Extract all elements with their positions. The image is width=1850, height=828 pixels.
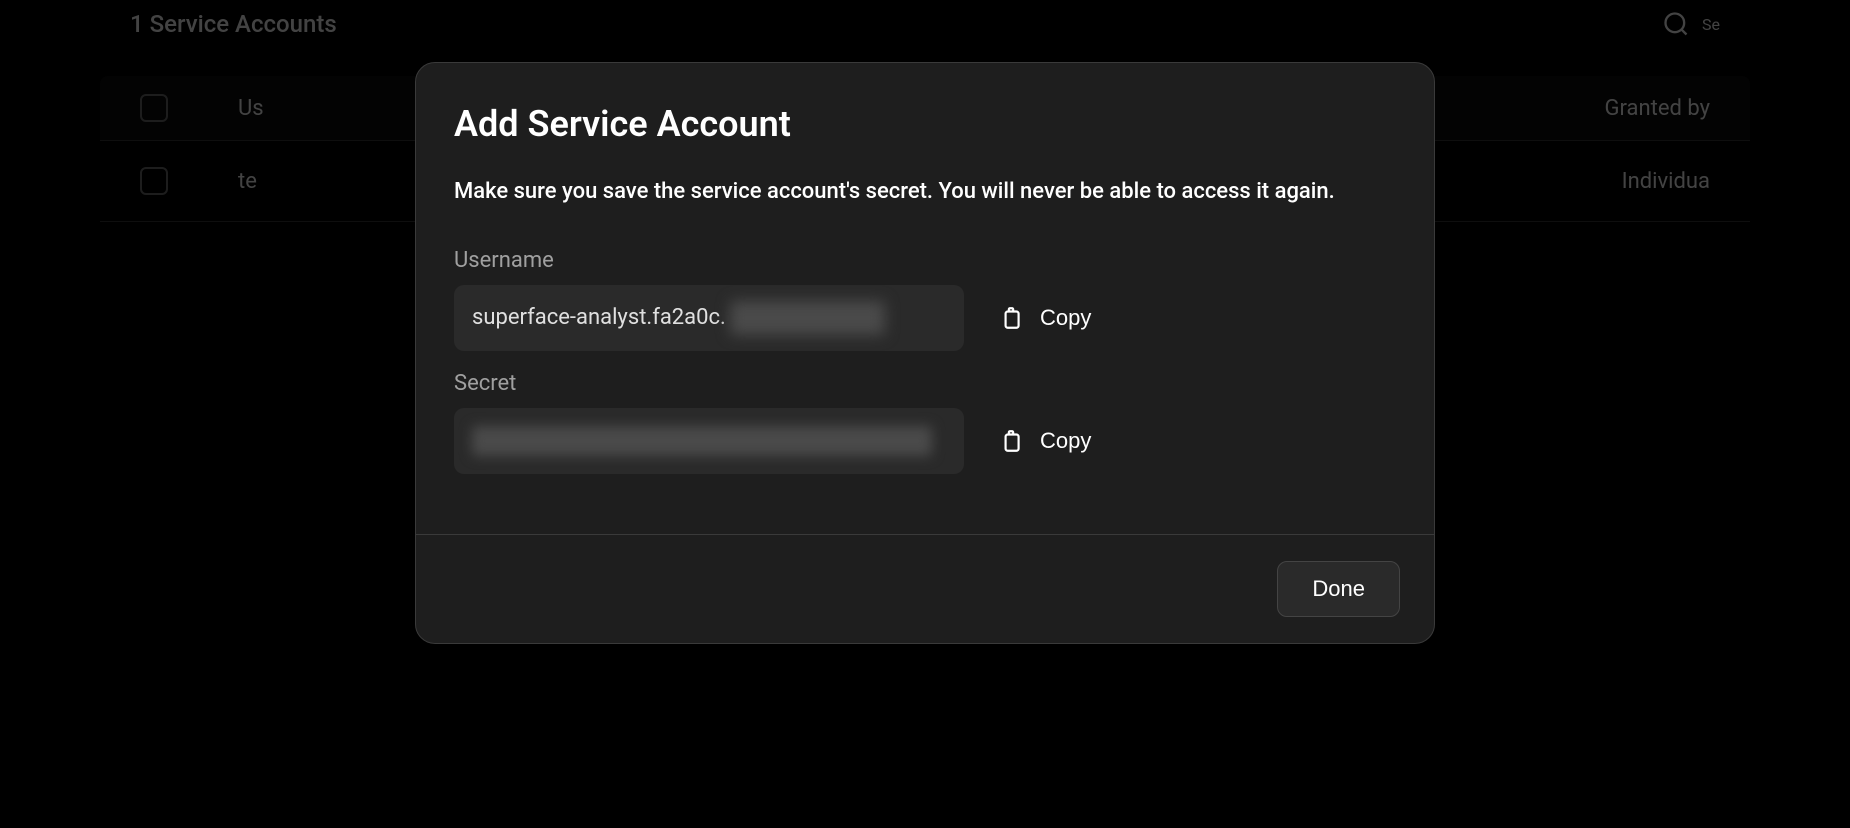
username-label: Username	[454, 248, 1396, 273]
copy-secret-button[interactable]: Copy	[994, 420, 1095, 462]
done-button[interactable]: Done	[1277, 561, 1400, 617]
modal-warning-text: Make sure you save the service account's…	[454, 177, 1396, 208]
modal-footer: Done	[416, 534, 1434, 643]
copy-secret-label: Copy	[1040, 428, 1091, 454]
modal-body: Add Service Account Make sure you save t…	[416, 63, 1434, 534]
username-row: superface-analyst.fa2a0c. Copy	[454, 285, 1396, 351]
username-visible-text: superface-analyst.fa2a0c.	[472, 305, 726, 330]
secret-redacted-bar	[472, 426, 932, 456]
secret-value-box	[454, 408, 964, 474]
secret-field-group: Secret Copy	[454, 371, 1396, 474]
username-field-group: Username superface-analyst.fa2a0c. Copy	[454, 248, 1396, 351]
modal-title: Add Service Account	[454, 103, 1396, 145]
copy-username-label: Copy	[1040, 305, 1091, 331]
clipboard-icon	[998, 428, 1024, 454]
modal-overlay: Add Service Account Make sure you save t…	[0, 0, 1850, 828]
add-service-account-modal: Add Service Account Make sure you save t…	[415, 62, 1435, 644]
copy-username-button[interactable]: Copy	[994, 297, 1095, 339]
username-value-box: superface-analyst.fa2a0c.	[454, 285, 964, 351]
secret-row: Copy	[454, 408, 1396, 474]
secret-label: Secret	[454, 371, 1396, 396]
clipboard-icon	[998, 305, 1024, 331]
username-redacted-portion	[730, 301, 885, 335]
